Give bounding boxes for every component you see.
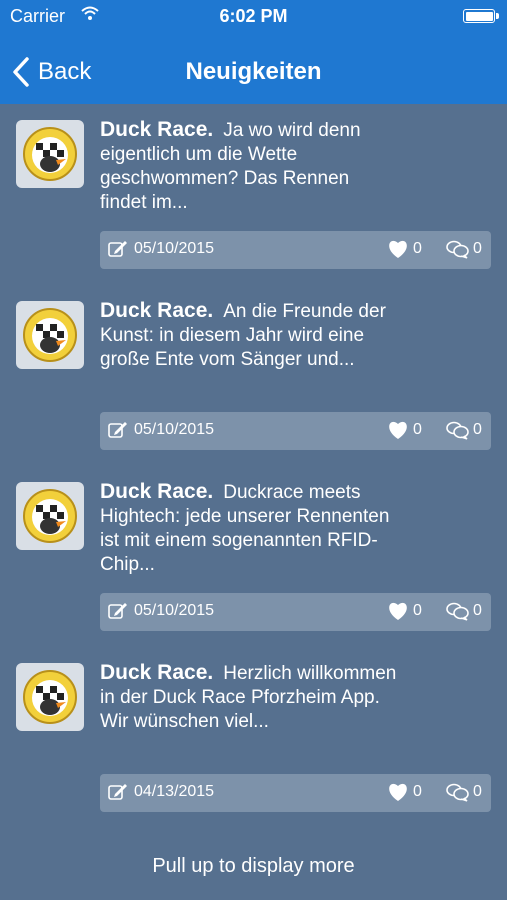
post-date: 05/10/2015 [108,602,214,620]
comment-icon [446,240,469,259]
post-date: 05/10/2015 [108,240,214,258]
duck-race-logo [16,301,84,369]
post-author: Duck Race. [100,661,214,684]
comment-count: 0 [473,783,482,800]
post-date-text: 05/10/2015 [134,240,215,257]
edit-icon [108,603,127,619]
post-meta-bar: 05/10/2015 0 0 [100,593,491,631]
post-author: Duck Race. [100,299,214,322]
page-title: Neuigkeiten [185,58,322,85]
news-item[interactable]: Duck Race. Ja wo wird denn eigentlich um … [0,104,507,274]
heart-icon [389,783,407,801]
comment-count: 0 [473,421,482,438]
like-button[interactable]: 0 [387,601,422,621]
like-count: 0 [413,421,422,438]
comment-icon [446,421,469,440]
post-meta-bar: 05/10/2015 0 0 [100,231,491,269]
news-item[interactable]: Duck Race. Duckrace meets Hightech: jede … [0,466,507,636]
navigation-bar: Back Neuigkeiten [0,34,507,104]
battery-icon [463,9,499,23]
comment-count: 0 [473,240,482,257]
comment-count: 0 [473,602,482,619]
post-meta-bar: 05/10/2015 0 0 [100,412,491,450]
edit-icon [108,422,127,438]
comment-button[interactable]: 0 [445,239,482,259]
news-item[interactable]: Duck Race. Herzlich willkommen in der Duc… [0,647,507,817]
load-more-hint[interactable]: Pull up to display more [0,855,507,878]
comment-button[interactable]: 0 [445,601,482,621]
post-date-text: 05/10/2015 [134,421,215,438]
status-time: 6:02 PM [219,6,288,26]
heart-icon [389,421,407,439]
post-text: Duck Race. Duckrace meets Hightech: jede … [100,480,400,577]
heart-icon [389,602,407,620]
comment-icon [446,783,469,802]
edit-icon [108,784,127,800]
post-meta-bar: 04/13/2015 0 0 [100,774,491,812]
comment-button[interactable]: 0 [445,420,482,440]
like-button[interactable]: 0 [387,239,422,259]
edit-icon [108,241,127,257]
comment-icon [446,602,469,621]
post-text: Duck Race. Ja wo wird denn eigentlich um … [100,118,400,215]
like-count: 0 [413,602,422,619]
post-date-text: 05/10/2015 [134,602,215,619]
duck-race-logo [16,663,84,731]
news-item[interactable]: Duck Race. An die Freunde der Kunst: in d… [0,285,507,455]
like-count: 0 [413,240,422,257]
duck-race-logo [16,120,84,188]
like-button[interactable]: 0 [387,420,422,440]
post-date: 04/13/2015 [108,783,214,801]
post-date: 05/10/2015 [108,421,214,439]
post-author: Duck Race. [100,118,214,141]
post-text: Duck Race. Herzlich willkommen in der Duc… [100,661,400,734]
heart-icon [389,240,407,258]
duck-race-logo [16,482,84,550]
post-date-text: 04/13/2015 [134,783,215,800]
comment-button[interactable]: 0 [445,782,482,802]
post-author: Duck Race. [100,480,214,503]
like-count: 0 [413,783,422,800]
like-button[interactable]: 0 [387,782,422,802]
post-text: Duck Race. An die Freunde der Kunst: in d… [100,299,400,372]
status-bar: Carrier 6:02 PM [0,0,507,34]
